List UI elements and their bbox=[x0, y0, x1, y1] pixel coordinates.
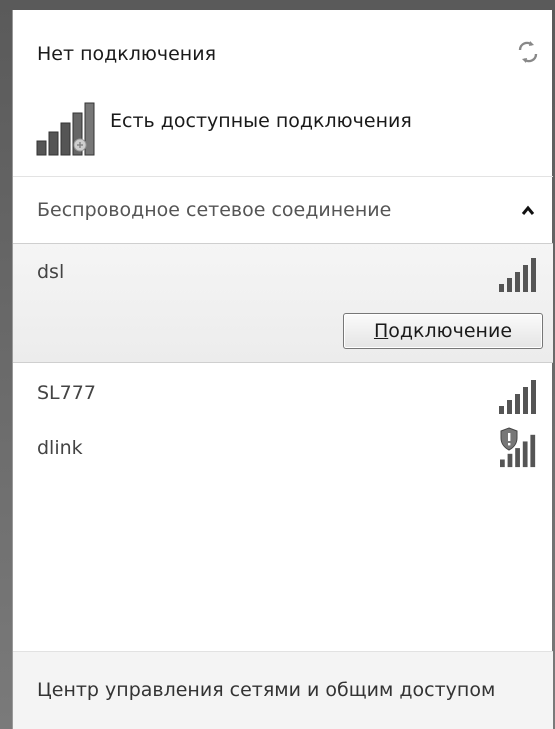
network-item-sl777[interactable]: SL777 bbox=[13, 370, 553, 424]
wireless-section-header[interactable]: Беспроводное сетевое соединение bbox=[13, 182, 553, 240]
network-item-dlink[interactable]: dlink bbox=[13, 425, 553, 479]
network-flyout: Нет подключения Есть доступные подключен… bbox=[12, 10, 553, 729]
network-item-dsl[interactable]: dsl Подключение bbox=[13, 243, 553, 363]
network-name: SL777 bbox=[37, 382, 96, 404]
connect-button[interactable]: Подключение bbox=[343, 313, 543, 349]
network-name: dsl bbox=[37, 261, 65, 283]
shield-warning-icon bbox=[500, 427, 518, 451]
chevron-up-icon[interactable] bbox=[515, 198, 541, 224]
wifi-signal-icon bbox=[499, 258, 536, 292]
refresh-icon[interactable] bbox=[511, 36, 545, 68]
divider bbox=[13, 176, 553, 177]
connection-status: Нет подключения Есть доступные подключен… bbox=[13, 10, 553, 170]
network-sharing-center-link[interactable]: Центр управления сетями и общим доступом bbox=[37, 679, 495, 701]
network-name: dlink bbox=[37, 437, 83, 459]
status-title: Нет подключения bbox=[37, 43, 216, 65]
network-bars-available-icon bbox=[36, 102, 95, 156]
footer: Центр управления сетями и общим доступом bbox=[13, 651, 553, 729]
available-connections-text: Есть доступные подключения bbox=[110, 110, 412, 132]
wifi-signal-icon bbox=[499, 380, 536, 414]
section-title: Беспроводное сетевое соединение bbox=[37, 199, 392, 221]
